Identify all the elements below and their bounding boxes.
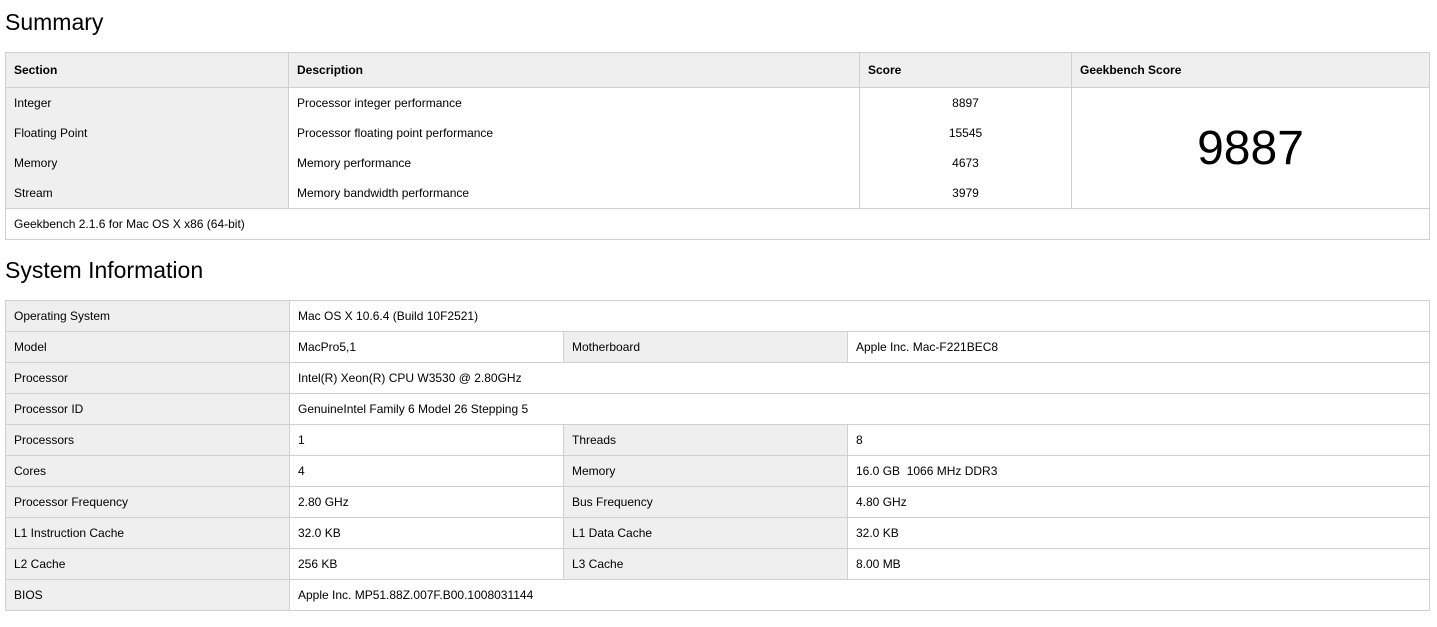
table-row: Processor Intel(R) Xeon(R) CPU W3530 @ 2… [5, 362, 1431, 394]
header-description: Description [288, 52, 860, 88]
header-section: Section [5, 52, 289, 88]
bus-frequency-value: 4.80 GHz [846, 486, 1431, 518]
l2-cache-label: L2 Cache [5, 548, 290, 580]
threads-value: 8 [846, 424, 1431, 456]
l1-instruction-cache-value: 32.0 KB [289, 517, 564, 549]
description-cell: Memory performance [288, 148, 860, 178]
motherboard-value: Apple Inc. Mac-F221BEC8 [846, 331, 1431, 363]
table-row: Cores 4 Memory 16.0 GB 1066 MHz DDR3 [5, 455, 1431, 487]
score-cell: 15545 [859, 118, 1072, 148]
processor-label: Processor [5, 362, 290, 394]
table-row: Model MacPro5,1 Motherboard Apple Inc. M… [5, 331, 1431, 363]
threads-label: Threads [563, 424, 848, 456]
summary-table: Section Description Score Geekbench Scor… [5, 52, 1430, 240]
bus-frequency-label: Bus Frequency [563, 486, 848, 518]
l1-instruction-cache-label: L1 Instruction Cache [5, 517, 290, 549]
header-geekbench-score: Geekbench Score [1071, 52, 1430, 88]
table-row: BIOS Apple Inc. MP51.88Z.007F.B00.100803… [5, 579, 1431, 611]
model-value: MacPro5,1 [289, 331, 564, 363]
score-cell: 8897 [859, 87, 1072, 118]
system-information-heading: System Information [5, 257, 204, 283]
processor-frequency-value: 2.80 GHz [289, 486, 564, 518]
summary-heading: Summary [5, 9, 104, 35]
table-row: Operating System Mac OS X 10.6.4 (Build … [5, 300, 1431, 332]
summary-header-row: Section Description Score Geekbench Scor… [5, 52, 1430, 88]
cores-label: Cores [5, 455, 290, 487]
table-row: Processor ID GenuineIntel Family 6 Model… [5, 393, 1431, 425]
os-value: Mac OS X 10.6.4 (Build 10F2521) [288, 300, 1431, 332]
l1-data-cache-label: L1 Data Cache [563, 517, 848, 549]
cores-value: 4 [289, 455, 564, 487]
motherboard-label: Motherboard [563, 331, 848, 363]
memory-value: 16.0 GB 1066 MHz DDR3 [846, 455, 1431, 487]
os-label: Operating System [5, 300, 290, 332]
table-row: Processor Frequency 2.80 GHz Bus Frequen… [5, 486, 1431, 518]
processors-value: 1 [289, 424, 564, 456]
description-cell: Processor floating point performance [288, 118, 860, 148]
score-cell: 3979 [859, 178, 1072, 209]
table-row: Processors 1 Threads 8 [5, 424, 1431, 456]
section-cell: Floating Point [5, 118, 289, 148]
processors-label: Processors [5, 424, 290, 456]
model-label: Model [5, 331, 290, 363]
section-cell: Integer [5, 87, 289, 118]
processor-value: Intel(R) Xeon(R) CPU W3530 @ 2.80GHz [288, 362, 1431, 394]
section-cell: Stream [5, 178, 289, 209]
l3-cache-value: 8.00 MB [846, 548, 1431, 580]
l3-cache-label: L3 Cache [563, 548, 848, 580]
memory-label: Memory [563, 455, 848, 487]
system-information-table: Operating System Mac OS X 10.6.4 (Build … [5, 300, 1431, 611]
geekbench-score-value: 9887 [1071, 87, 1430, 209]
bios-value: Apple Inc. MP51.88Z.007F.B00.1008031144 [288, 579, 1431, 611]
score-cell: 4673 [859, 148, 1072, 178]
geekbench-version: Geekbench 2.1.6 for Mac OS X x86 (64-bit… [5, 208, 1430, 240]
l2-cache-value: 256 KB [289, 548, 564, 580]
summary-footer-row: Geekbench 2.1.6 for Mac OS X x86 (64-bit… [5, 208, 1430, 240]
processor-id-value: GenuineIntel Family 6 Model 26 Stepping … [288, 393, 1431, 425]
table-row: L2 Cache 256 KB L3 Cache 8.00 MB [5, 548, 1431, 580]
processor-frequency-label: Processor Frequency [5, 486, 290, 518]
description-cell: Memory bandwidth performance [288, 178, 860, 209]
processor-id-label: Processor ID [5, 393, 290, 425]
section-cell: Memory [5, 148, 289, 178]
table-row: Integer Processor integer performance 88… [5, 87, 1430, 209]
l1-data-cache-value: 32.0 KB [846, 517, 1431, 549]
header-score: Score [859, 52, 1072, 88]
table-row: L1 Instruction Cache 32.0 KB L1 Data Cac… [5, 517, 1431, 549]
description-cell: Processor integer performance [288, 87, 860, 118]
bios-label: BIOS [5, 579, 290, 611]
